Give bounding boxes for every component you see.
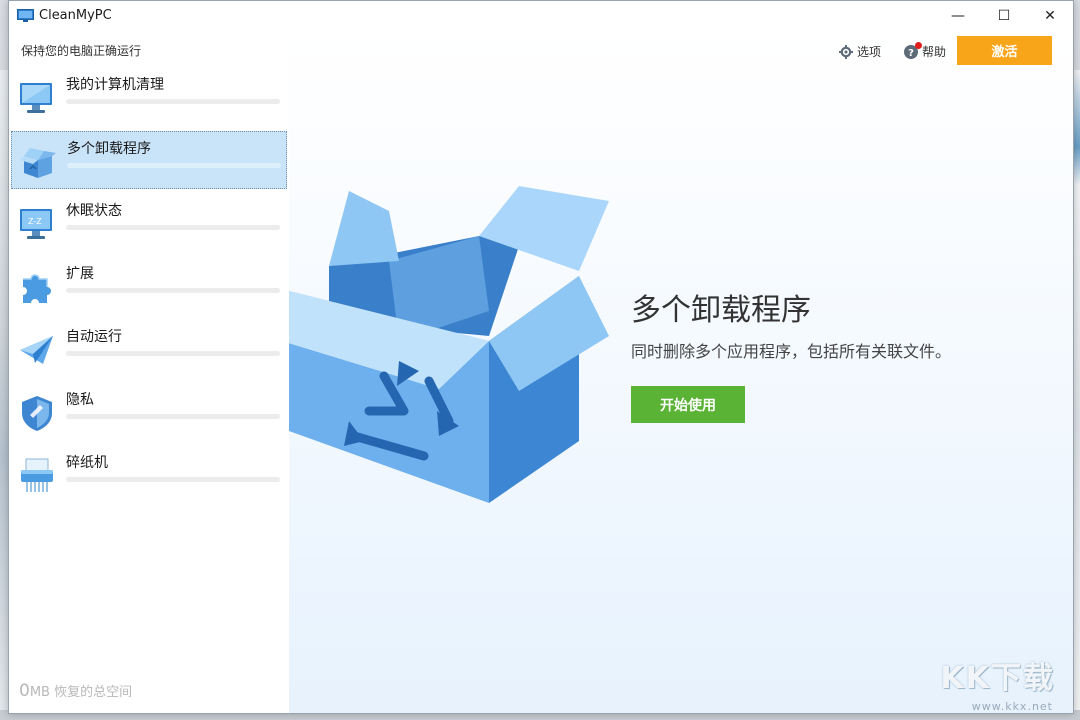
maximize-button[interactable]: ☐	[981, 1, 1027, 31]
sidebar-tagline: 保持您的电脑正确运行	[21, 44, 142, 58]
monitor-icon	[20, 83, 52, 113]
shield-icon	[22, 396, 52, 431]
sleep-monitor-icon: Z-Z	[20, 209, 52, 239]
svg-text:Z-Z: Z-Z	[28, 217, 42, 226]
help-link[interactable]: ? 帮助	[903, 41, 947, 60]
gear-icon	[839, 44, 853, 59]
progress-track	[66, 225, 280, 230]
shredder-icon	[21, 458, 53, 492]
progress-track	[66, 288, 280, 293]
title-bar[interactable]: CleanMyPC — ☐ ✕	[9, 1, 1073, 31]
reclaimed-label: 恢复的总空间	[54, 685, 133, 700]
sidebar-item-hibernate[interactable]: Z-Z 休眠状态	[11, 194, 287, 252]
sidebar-item-label: 休眠状态	[66, 203, 122, 219]
sidebar-item-label: 自动运行	[66, 329, 122, 345]
options-link[interactable]: 选项	[839, 43, 881, 60]
sidebar-item-cleanup[interactable]: 我的计算机清理	[11, 68, 287, 126]
sidebar-item-privacy[interactable]: 隐私	[11, 383, 287, 441]
progress-track	[66, 99, 280, 104]
window-title: CleanMyPC	[39, 8, 112, 23]
help-icon: ?	[903, 41, 922, 60]
sidebar-item-label: 扩展	[66, 266, 94, 282]
start-button[interactable]: 开始使用	[631, 386, 745, 423]
progress-track	[67, 163, 281, 168]
watermark-logo: KK下载	[940, 661, 1055, 696]
box-icon	[20, 148, 56, 178]
sidebar-item-shredder[interactable]: 碎纸机	[11, 446, 287, 504]
options-label: 选项	[857, 45, 882, 59]
main-content: 选项 ? 帮助 激活 多个卸载程序 同时删除多个应用程序，包括所有关联文件。 开…	[289, 31, 1073, 713]
page-subtitle: 同时删除多个应用程序，包括所有关联文件。	[631, 342, 952, 361]
app-window: CleanMyPC — ☐ ✕ 保持您的电脑正确运行 我的计算机清理 多个卸载程…	[8, 0, 1074, 714]
close-icon: ✕	[1044, 8, 1056, 24]
reclaimed-value: 0	[19, 681, 30, 701]
activate-button[interactable]: 激活	[957, 36, 1052, 65]
sidebar-item-autorun[interactable]: 自动运行	[11, 320, 287, 378]
watermark-url: www.kkx.net	[971, 700, 1053, 713]
sidebar-item-uninstaller[interactable]: 多个卸载程序	[11, 131, 287, 189]
sidebar-item-label: 碎纸机	[66, 455, 108, 471]
sidebar-item-label: 多个卸载程序	[67, 141, 151, 157]
svg-text:?: ?	[908, 48, 914, 59]
minimize-icon: —	[951, 8, 965, 24]
progress-track	[66, 351, 280, 356]
reclaimed-unit: MB	[29, 685, 50, 700]
progress-track	[66, 477, 280, 482]
page-title: 多个卸载程序	[631, 293, 811, 328]
help-label: 帮助	[922, 45, 947, 59]
close-button[interactable]: ✕	[1027, 1, 1073, 31]
progress-track	[66, 414, 280, 419]
open-box-illustration	[289, 186, 609, 503]
app-logo-icon	[17, 9, 34, 22]
notification-dot	[915, 41, 922, 49]
minimize-button[interactable]: —	[935, 1, 981, 31]
reclaimed-space: 0MB 恢复的总空间	[19, 681, 132, 701]
maximize-icon: ☐	[997, 8, 1011, 24]
sidebar-item-label: 我的计算机清理	[66, 77, 164, 93]
sidebar-item-extensions[interactable]: 扩展	[11, 257, 287, 315]
puzzle-icon	[23, 274, 51, 303]
sidebar: 保持您的电脑正确运行 我的计算机清理 多个卸载程序 Z-Z 休眠状态 扩展 自动…	[9, 31, 289, 713]
paper-plane-icon	[20, 336, 53, 364]
sidebar-item-label: 隐私	[66, 392, 94, 408]
header-actions: 选项 ? 帮助 激活	[289, 31, 1073, 71]
